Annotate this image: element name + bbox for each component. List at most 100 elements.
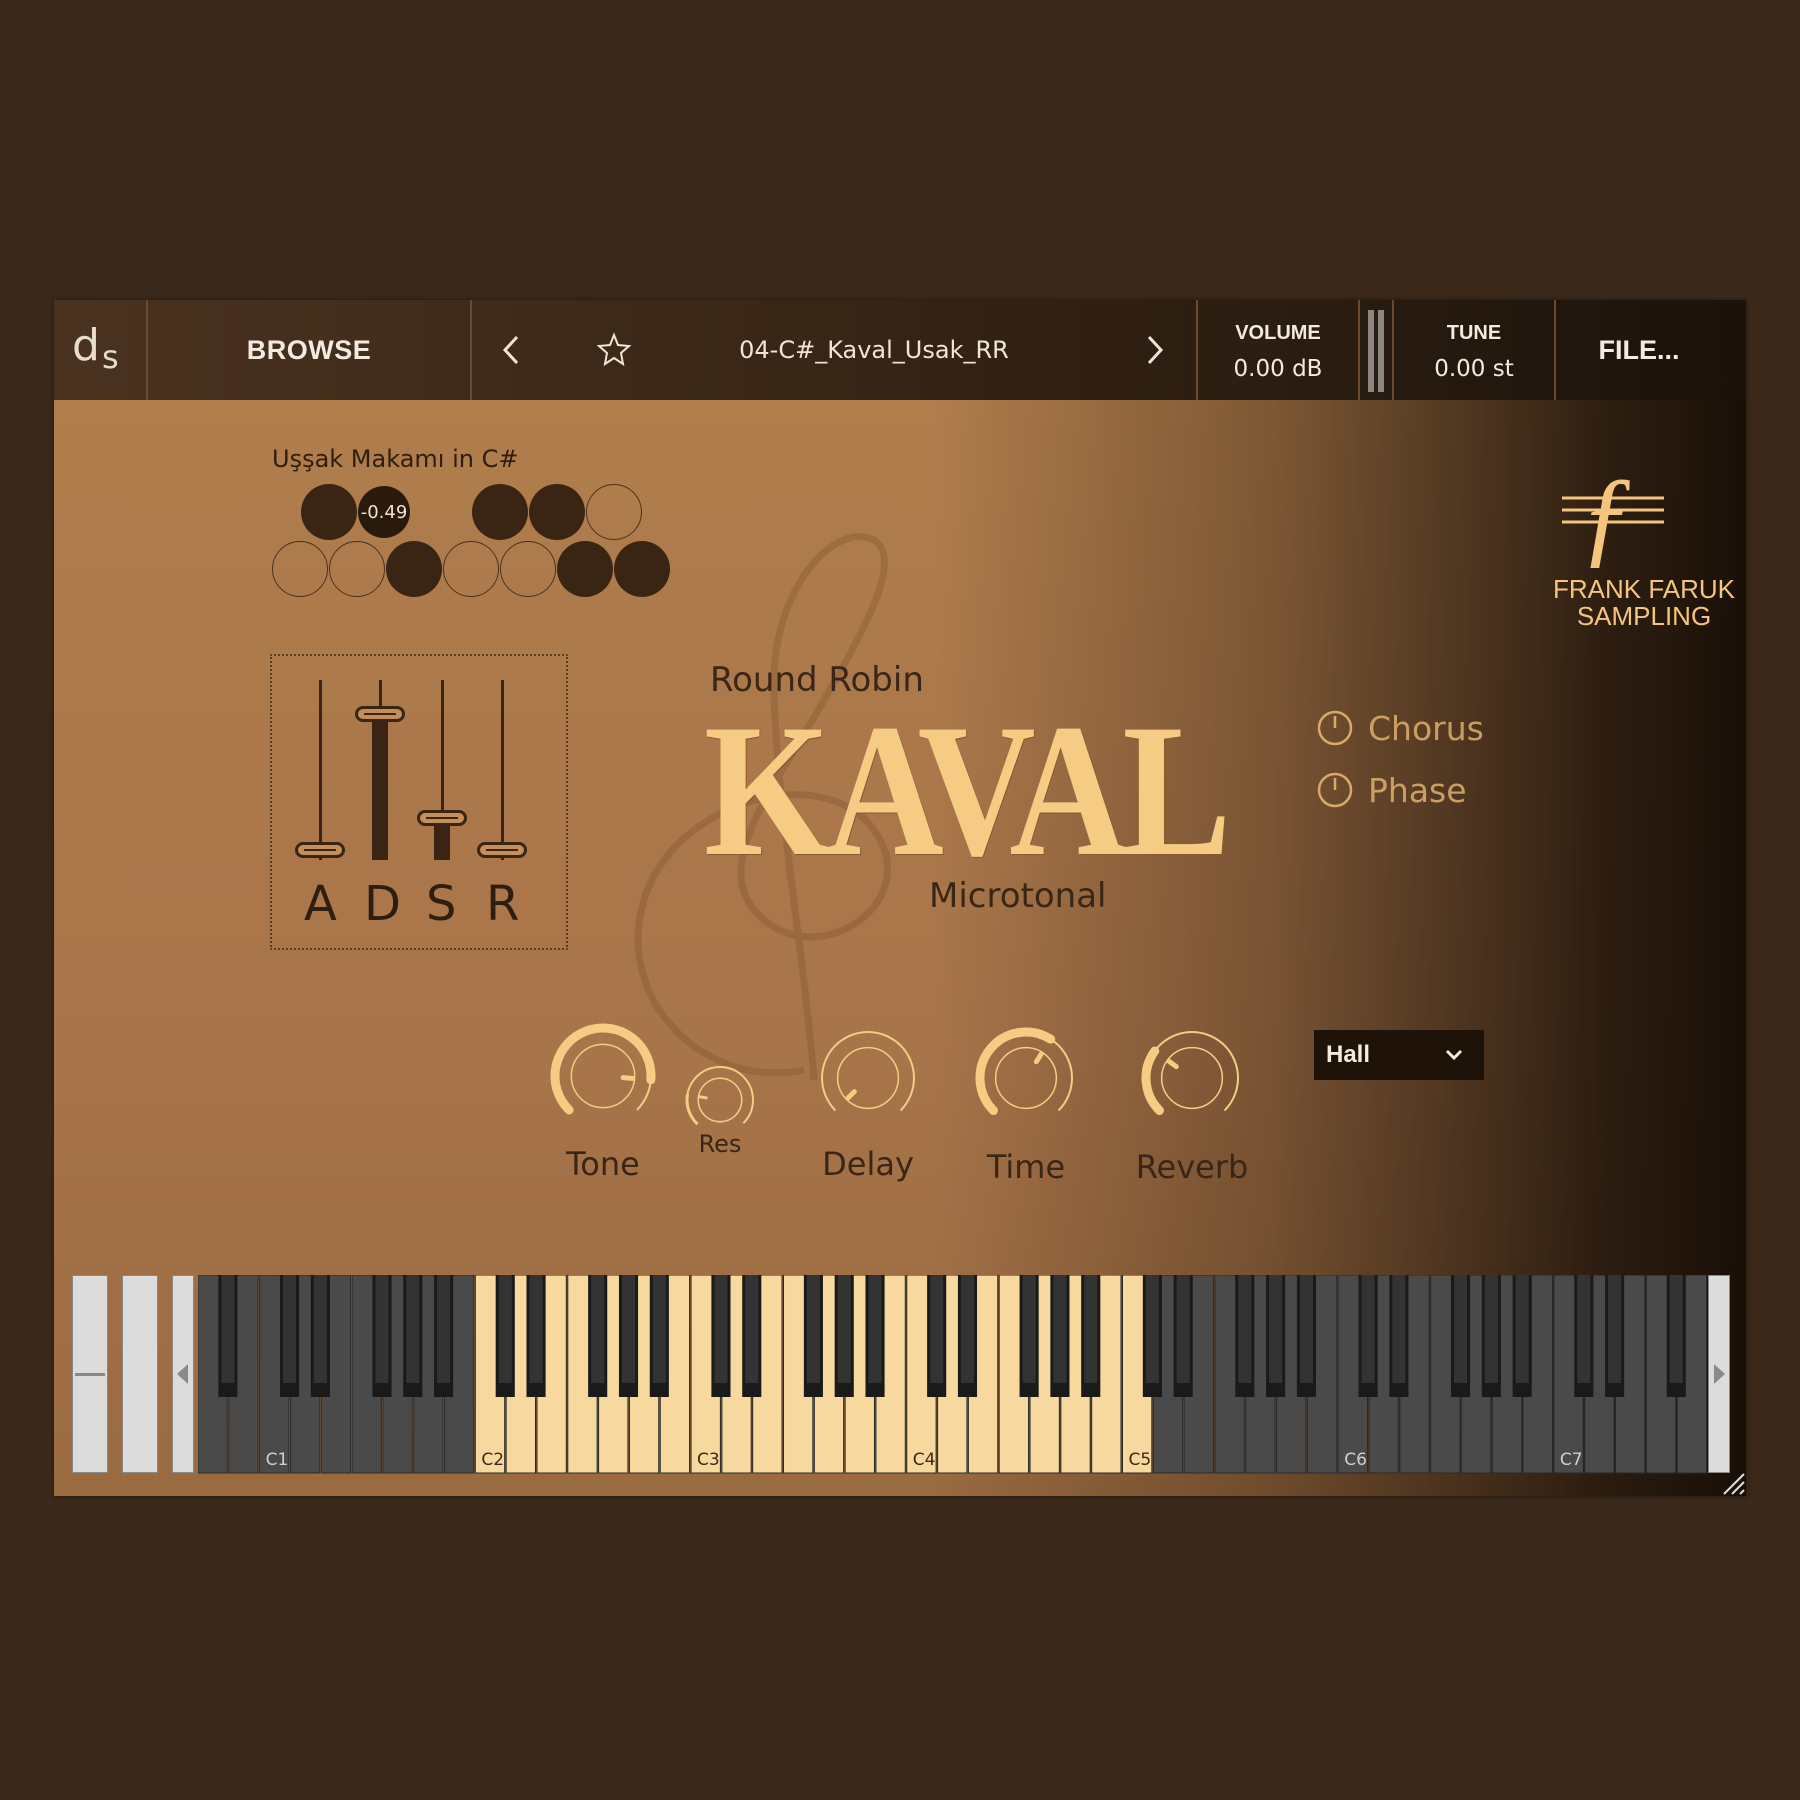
power-icon <box>1317 710 1353 746</box>
divider <box>470 300 472 400</box>
res-knob-label: Res <box>698 1130 742 1158</box>
logo-letter-d: d <box>72 320 100 371</box>
octave-label: C5 <box>1128 1450 1151 1470</box>
scale-note-dot[interactable] <box>329 541 385 597</box>
adsr-letter: S <box>426 876 457 932</box>
scale-note-dot[interactable] <box>614 541 670 597</box>
scale-note-dot[interactable] <box>386 541 442 597</box>
brand-line-1: FRANK FARUK <box>1552 574 1736 604</box>
svg-text:ƒ: ƒ <box>1579 458 1634 568</box>
black-key-highlight <box>621 1275 636 1383</box>
tune-label: TUNE <box>1446 322 1502 344</box>
brand-line-2: SAMPLING <box>1576 601 1712 631</box>
black-key-highlight <box>375 1275 389 1383</box>
black-key-highlight <box>1608 1275 1622 1383</box>
scale-note-dot[interactable] <box>443 541 499 597</box>
chevron-down-icon <box>1445 1049 1463 1061</box>
file-button[interactable]: FILE... <box>1554 300 1724 400</box>
black-key-highlight <box>437 1275 451 1383</box>
reverb-knob-label: Reverb <box>1135 1148 1249 1186</box>
tune-value[interactable]: 0.00 st <box>1394 356 1554 382</box>
phase-label: Phase <box>1368 770 1467 810</box>
delay-knob[interactable] <box>812 1022 924 1134</box>
octave-label: C6 <box>1344 1450 1367 1470</box>
adsr-fader-r[interactable] <box>477 842 527 858</box>
logo-letter-s: s <box>102 338 119 376</box>
pitch-wheel[interactable] <box>72 1275 108 1473</box>
volume-value[interactable]: 0.00 dB <box>1198 356 1358 382</box>
title-microtonal: Microtonal <box>929 876 1107 916</box>
browse-button[interactable]: BROWSE <box>148 300 470 400</box>
scale-note-dot[interactable] <box>586 484 642 540</box>
black-key-highlight <box>1084 1275 1098 1383</box>
scale-note-dot[interactable] <box>529 484 585 540</box>
adsr-fader-s[interactable] <box>417 810 467 826</box>
black-key-highlight <box>868 1275 882 1383</box>
scale-note-dot[interactable] <box>500 541 556 597</box>
black-key-highlight <box>652 1275 666 1383</box>
black-key-highlight <box>1053 1275 1067 1383</box>
black-key-highlight <box>1238 1275 1252 1383</box>
phase-toggle[interactable]: Phase <box>1316 768 1467 812</box>
black-key-highlight <box>930 1275 944 1383</box>
scroll-right-button[interactable] <box>1708 1275 1730 1473</box>
black-key-highlight <box>1669 1275 1683 1383</box>
scale-note-dot[interactable] <box>301 484 357 540</box>
preset-name[interactable]: 04-C#_Kaval_Usak_RR <box>654 300 1094 400</box>
scale-note-dot[interactable] <box>557 541 613 597</box>
main-panel: Uşşak Makamı in C# -0.49 ADSR Round Robi… <box>54 400 1746 1496</box>
top-bar: d s BROWSE 04-C#_Kaval_Usak_RR VOLUME 0.… <box>54 300 1746 401</box>
black-key-highlight <box>806 1275 820 1383</box>
adsr-fader-d[interactable] <box>355 706 405 722</box>
previous-preset-icon[interactable] <box>486 325 536 375</box>
time-knob[interactable] <box>970 1022 1082 1134</box>
black-key-highlight <box>1361 1275 1375 1383</box>
black-key-highlight <box>960 1275 975 1383</box>
black-key-highlight <box>1577 1275 1591 1383</box>
scroll-left-button[interactable] <box>172 1275 194 1473</box>
instrument-title: KAVAL <box>704 686 1231 896</box>
octave-label: C1 <box>266 1450 289 1470</box>
piano-keyboard: C1 C2 C3 C4 C5 C6 C7 <box>72 1275 1732 1475</box>
black-key-highlight <box>282 1275 297 1383</box>
fader-track <box>501 680 504 860</box>
adsr-fader-a[interactable] <box>295 842 345 858</box>
black-key-highlight <box>1269 1275 1283 1383</box>
tone-knob-label: Tone <box>566 1145 640 1183</box>
volume-label: VOLUME <box>1235 322 1321 344</box>
black-key-highlight <box>714 1275 728 1383</box>
black-key-highlight <box>498 1275 512 1383</box>
adsr-letter: A <box>304 876 337 932</box>
divider <box>1358 300 1360 400</box>
volume-meter <box>1366 310 1388 392</box>
adsr-letter: R <box>486 876 520 932</box>
scale-title: Uşşak Makamı in C# <box>272 445 519 473</box>
scale-note-dot[interactable] <box>472 484 528 540</box>
plugin-window: d s BROWSE 04-C#_Kaval_Usak_RR VOLUME 0.… <box>54 300 1746 1496</box>
favorite-star-icon[interactable] <box>592 328 636 372</box>
scale-note-dot[interactable] <box>272 541 328 597</box>
mod-wheel[interactable] <box>122 1275 158 1473</box>
keys: C1 C2 C3 C4 C5 C6 C7 <box>198 1275 1708 1474</box>
reverb-knob[interactable] <box>1136 1022 1248 1134</box>
black-key-highlight <box>591 1275 605 1383</box>
black-key-highlight <box>1515 1275 1529 1383</box>
black-key-highlight <box>221 1275 235 1383</box>
time-knob-label: Time <box>986 1148 1066 1186</box>
octave-label: C3 <box>697 1450 720 1470</box>
tone-knob[interactable] <box>545 1018 661 1134</box>
black-key-highlight <box>529 1275 543 1383</box>
chorus-toggle[interactable]: Chorus <box>1316 706 1484 750</box>
fader-fill <box>372 714 388 860</box>
reverb-type-dropdown[interactable]: Hall <box>1314 1030 1484 1080</box>
reverb-type-value: Hall <box>1326 1041 1371 1068</box>
resize-grip-icon[interactable] <box>1720 1470 1746 1496</box>
octave-label: C4 <box>913 1450 936 1470</box>
adsr-letter: D <box>364 876 401 932</box>
black-key-highlight <box>1299 1275 1314 1383</box>
black-key-highlight <box>313 1275 327 1383</box>
next-preset-icon[interactable] <box>1130 325 1180 375</box>
black-key-highlight <box>406 1275 420 1383</box>
black-key-highlight <box>1145 1275 1159 1383</box>
microtone-offset-badge[interactable]: -0.49 <box>358 486 410 538</box>
